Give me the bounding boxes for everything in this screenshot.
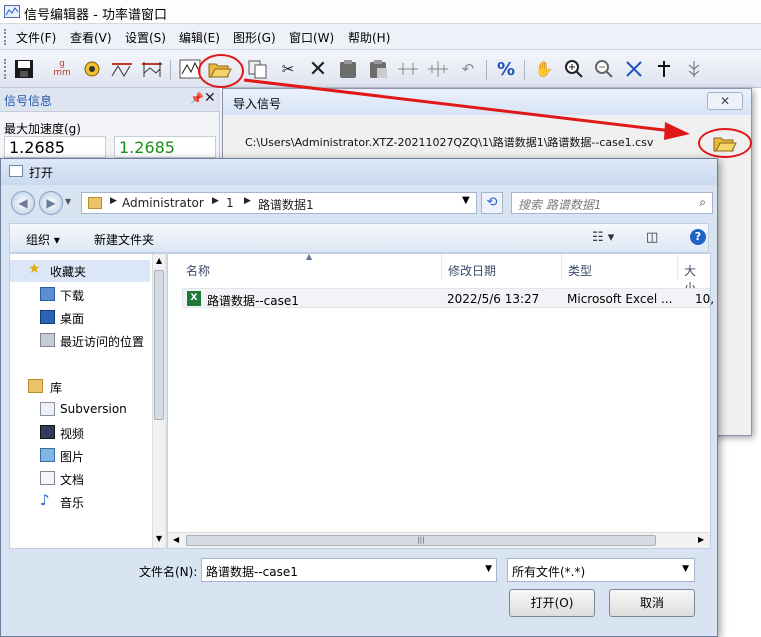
column-header-date[interactable]: 修改日期: [442, 254, 562, 280]
recent-places-icon: [40, 333, 55, 347]
navigation-bar: ◀ ▶ ▼ ▶ Administrator ▶ 1 ▶ 路谱数据1 ▼ ⟲ 搜索…: [1, 185, 717, 221]
scroll-thumb[interactable]: [154, 270, 164, 420]
search-input[interactable]: 搜索 路谱数据1 ⌕: [511, 192, 713, 214]
new-folder-button[interactable]: 新建文件夹: [94, 231, 154, 248]
nav-recent-places[interactable]: 最近访问的位置: [10, 330, 152, 352]
breadcrumb-1[interactable]: 1: [226, 196, 234, 210]
search-icon[interactable]: ⌕: [699, 195, 706, 210]
dialog-app-icon: [9, 165, 23, 177]
column-header-type[interactable]: 类型: [562, 254, 678, 280]
excel-file-icon: X: [187, 291, 201, 306]
column-header-name[interactable]: 名称: [180, 254, 442, 280]
file-type: Microsoft Excel ...: [567, 292, 673, 306]
refresh-icon[interactable]: ⟲: [481, 192, 503, 214]
nav-vertical-scrollbar[interactable]: ▲ ▼: [152, 254, 165, 548]
scroll-right-icon[interactable]: ▶: [698, 535, 704, 544]
navigation-pane: ★ 收藏夹 下载 桌面 最近访问的位置 库 Subversion 视频 图片 文…: [9, 253, 165, 549]
nav-videos[interactable]: 视频: [10, 422, 150, 444]
pictures-icon: [40, 448, 55, 462]
desktop-icon: [40, 310, 55, 324]
file-size: 10,: [695, 292, 715, 306]
forward-arrow-icon[interactable]: ▶: [39, 191, 63, 215]
open-button[interactable]: 打开(O): [509, 589, 595, 617]
nav-libraries[interactable]: 库: [10, 376, 150, 398]
cancel-button[interactable]: 取消: [609, 589, 695, 617]
breadcrumb-chevron-icon[interactable]: ▶: [110, 196, 117, 206]
subversion-icon: [40, 402, 55, 416]
nav-subversion[interactable]: Subversion: [10, 399, 150, 421]
address-bar[interactable]: ▶ Administrator ▶ 1 ▶ 路谱数据1 ▼: [81, 192, 477, 214]
scroll-thumb[interactable]: |||: [186, 535, 656, 546]
nav-pictures[interactable]: 图片: [10, 445, 150, 467]
nav-desktop[interactable]: 桌面: [10, 307, 150, 329]
breadcrumb-chevron-icon[interactable]: ▶: [212, 196, 219, 206]
filename-label: 文件名(N):: [139, 565, 198, 579]
history-dropdown-icon[interactable]: ▼: [65, 197, 71, 206]
file-date: 2022/5/6 13:27: [447, 292, 540, 306]
open-dialog-title: 打开: [29, 166, 54, 180]
file-list: ▲ 名称 修改日期 类型 大小 X 路谱数据--case1 2022/5/6 1…: [167, 252, 714, 549]
back-arrow-icon[interactable]: ◀: [11, 191, 35, 215]
downloads-icon: [40, 287, 55, 301]
scroll-left-icon[interactable]: ◀: [173, 535, 179, 544]
music-icon: ♪: [40, 491, 50, 509]
folder-icon: [88, 197, 102, 209]
nav-documents[interactable]: 文档: [10, 468, 150, 490]
breadcrumb-chevron-icon[interactable]: ▶: [244, 196, 251, 206]
filename-dropdown-icon[interactable]: ▼: [485, 564, 492, 574]
nav-downloads[interactable]: 下载: [10, 284, 150, 306]
video-icon: [40, 425, 55, 439]
address-dropdown-icon[interactable]: ▼: [462, 195, 470, 206]
documents-icon: [40, 471, 55, 485]
breadcrumb-road-data[interactable]: 路谱数据1: [258, 196, 314, 213]
nav-music[interactable]: ♪ 音乐: [10, 491, 150, 513]
scroll-down-icon[interactable]: ▼: [156, 534, 162, 543]
command-bar: 组织 ▾ 新建文件夹 ☷ ▾ ◫ ?: [9, 223, 709, 253]
scroll-up-icon[interactable]: ▲: [156, 256, 162, 265]
open-file-dialog: 打开 ◀ ▶ ▼ ▶ Administrator ▶ 1 ▶ 路谱数据1 ▼ ⟲…: [0, 158, 718, 637]
open-dialog-titlebar: 打开: [1, 159, 717, 185]
star-icon: ★: [28, 261, 41, 277]
view-options-icon[interactable]: ☷ ▾: [592, 230, 614, 245]
nav-favorites[interactable]: ★ 收藏夹: [10, 260, 150, 282]
file-list-horizontal-scrollbar[interactable]: ◀ ||| ▶: [168, 532, 710, 548]
libraries-icon: [28, 379, 43, 393]
help-icon[interactable]: ?: [690, 229, 706, 245]
breadcrumb-administrator[interactable]: Administrator: [122, 196, 204, 210]
table-row[interactable]: X 路谱数据--case1 2022/5/6 13:27 Microsoft E…: [182, 288, 714, 308]
organize-button[interactable]: 组织 ▾: [26, 231, 60, 248]
filename-input[interactable]: 路谱数据--case1 ▼: [201, 558, 497, 582]
column-header-size[interactable]: 大小: [678, 254, 712, 295]
file-name: 路谱数据--case1: [207, 294, 299, 308]
filetype-select[interactable]: 所有文件(*.*) ▼: [507, 558, 695, 582]
preview-pane-icon[interactable]: ◫: [646, 230, 658, 245]
filetype-dropdown-icon[interactable]: ▼: [682, 564, 689, 574]
